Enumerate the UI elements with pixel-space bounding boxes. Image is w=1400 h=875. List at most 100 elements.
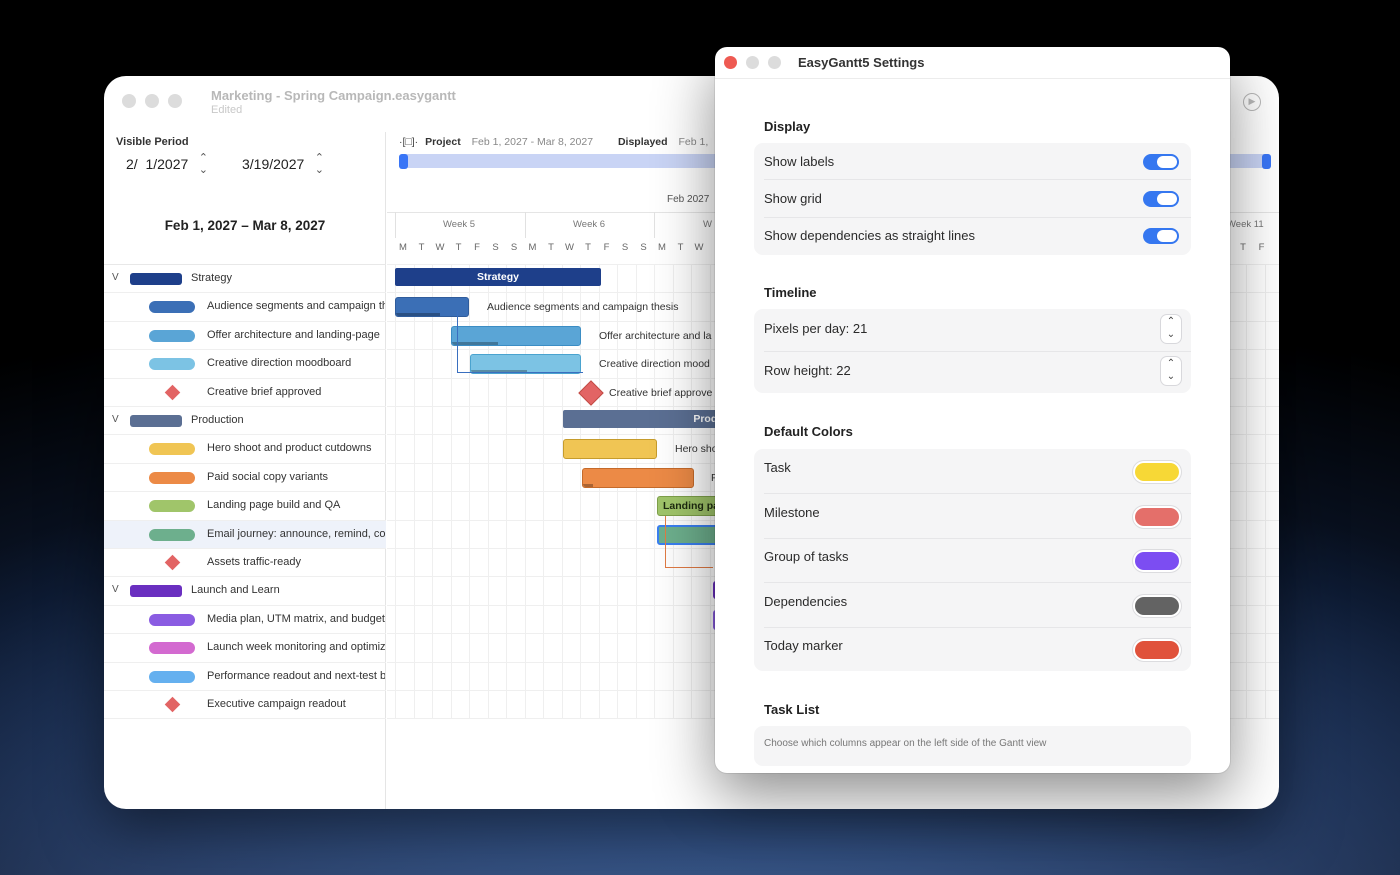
day-letter: T	[418, 242, 425, 253]
row-divider	[764, 626, 1191, 628]
task-row[interactable]: Launch week monitoring and optimiz	[104, 634, 386, 663]
start-date-stepper-icon[interactable]: ⌃ ⌄	[199, 152, 208, 176]
day-letter: T	[548, 242, 554, 253]
milestone-row[interactable]: Executive campaign readout	[104, 691, 386, 720]
color-well[interactable]	[1135, 552, 1179, 570]
paid-task-bar[interactable]	[582, 467, 694, 488]
week-divider	[654, 212, 655, 238]
date-range-heading: Feb 1, 2027 – Mar 8, 2027	[164, 218, 326, 233]
color-well[interactable]	[1135, 596, 1179, 615]
task-row[interactable]: Creative direction moodboard	[104, 350, 386, 379]
task-color-swatch	[149, 358, 195, 371]
task-row[interactable]: Performance readout and next-test b	[104, 663, 386, 691]
day-letter: F	[474, 242, 480, 253]
show-grid-toggle[interactable]	[1143, 191, 1179, 207]
timeline-heading: Timeline	[764, 285, 817, 300]
row-height-stepper[interactable]: ⌃ ⌄	[1161, 357, 1181, 385]
end-date-value: 3/19/2027	[242, 156, 305, 172]
task-label: Email journey: announce, remind, co	[207, 527, 385, 540]
task-list-panel: Visible Period 2/ 1/2027 ⌃ ⌄ 3/19/2027 ⌃ ⌄…	[104, 132, 386, 809]
end-date-stepper-icon[interactable]: ⌃ ⌄	[315, 152, 324, 176]
task-row[interactable]: Hero shoot and product cutdowns	[104, 435, 386, 464]
group-row[interactable]: V Launch and Learn	[104, 577, 386, 606]
collapse-chevron-icon[interactable]: V	[112, 584, 119, 595]
month-label: Feb 2027	[667, 194, 710, 205]
day-letter: W	[694, 242, 704, 253]
strategy-group-bar[interactable]: Strategy	[395, 268, 601, 286]
zoom-button[interactable]	[168, 94, 182, 108]
project-range: Feb 1, 2027 - Mar 8, 2027	[471, 136, 594, 148]
task-color-swatch	[149, 613, 195, 626]
task-color-swatch	[149, 471, 195, 484]
task-row[interactable]: Media plan, UTM matrix, and budget	[104, 606, 386, 635]
end-date-field[interactable]: 3/19/2027 ⌃ ⌄	[232, 152, 328, 176]
collapse-chevron-icon[interactable]: V	[112, 414, 119, 425]
group-color-swatch	[130, 273, 182, 285]
row-divider	[764, 217, 1191, 218]
task-label: Performance readout and next-test b	[207, 669, 385, 682]
task-row[interactable]: Offer architecture and landing-page	[104, 322, 386, 351]
day-letter: M	[399, 242, 407, 253]
row-divider	[764, 179, 1191, 180]
task-color-swatch	[149, 670, 195, 683]
close-button[interactable]	[122, 94, 136, 108]
milestone-diamond-icon	[164, 554, 181, 571]
scrollbar-end-handle[interactable]	[1262, 154, 1271, 169]
milestone-row[interactable]: Assets traffic-ready	[104, 549, 386, 578]
color-well[interactable]	[1135, 463, 1179, 481]
progress-indicator	[583, 483, 593, 487]
pixels-per-day-stepper[interactable]: ⌃ ⌄	[1161, 315, 1181, 343]
hero-task-bar[interactable]	[563, 439, 657, 460]
displayed-range: Feb 1,	[678, 136, 709, 148]
task-list-heading: Task List	[764, 702, 820, 717]
task-label: Launch and Learn	[191, 584, 280, 597]
task-label: Creative brief approved	[207, 385, 322, 398]
task-label: Executive campaign readout	[207, 698, 346, 710]
scrollbar-start-handle[interactable]	[399, 154, 408, 169]
start-date-value: 2/ 1/2027	[126, 156, 189, 172]
group-row[interactable]: V Strategy	[104, 265, 386, 294]
task-row[interactable]: Email journey: announce, remind, co	[104, 520, 386, 549]
task-row[interactable]: Paid social copy variants	[104, 464, 386, 493]
group-color-swatch	[130, 585, 182, 598]
color-well[interactable]	[1135, 641, 1179, 659]
minimize-button[interactable]	[145, 94, 159, 108]
straight-dependencies-toggle[interactable]	[1143, 228, 1179, 244]
task-row[interactable]: Audience segments and campaign th	[104, 293, 386, 322]
milestone-row[interactable]: Creative brief approved	[104, 379, 386, 407]
visible-period-label: Visible Period	[116, 136, 189, 148]
start-date-field[interactable]: 2/ 1/2027 ⌃ ⌄	[116, 152, 212, 176]
milestone-diamond-icon	[164, 384, 181, 400]
task-label: Hero shoot and product cutdowns	[207, 442, 372, 455]
task-label: Media plan, UTM matrix, and budget	[207, 612, 385, 625]
show-labels-toggle[interactable]	[1143, 154, 1179, 170]
fit-project-icon[interactable]: ·[□]·	[399, 136, 418, 148]
landing-bar-label: Landing pa	[663, 500, 719, 513]
day-letter: T	[585, 242, 591, 253]
dependency-line	[457, 311, 583, 374]
task-row[interactable]: Landing page build and QA	[104, 492, 386, 521]
color-row-label: Group of tasks	[764, 549, 849, 564]
color-row-label: Today marker	[764, 638, 843, 653]
task-label: Offer architecture and landing-page	[207, 328, 380, 341]
group-row[interactable]: V Production	[104, 407, 386, 436]
row-height-label: Row height: 22	[764, 363, 851, 378]
collapse-chevron-icon[interactable]: V	[112, 272, 119, 283]
task-color-swatch	[149, 528, 195, 541]
settings-close-button[interactable]	[724, 56, 737, 69]
task-color-swatch	[149, 301, 195, 314]
show-labels-label: Show labels	[764, 154, 835, 169]
creative-bar-label: Creative direction mood	[599, 358, 710, 371]
week-divider	[395, 212, 396, 238]
day-letter: F	[1258, 242, 1265, 253]
play-icon[interactable]: ▶	[1243, 93, 1261, 111]
day-letter: W	[565, 242, 574, 253]
day-letter: S	[492, 242, 499, 253]
settings-zoom-button[interactable]	[768, 56, 781, 69]
color-well[interactable]	[1135, 507, 1179, 526]
creative-brief-milestone-icon[interactable]	[578, 379, 604, 406]
settings-minimize-button[interactable]	[746, 56, 759, 69]
displayed-label: Displayed	[617, 136, 668, 148]
project-label: Project	[425, 136, 461, 148]
task-label: Paid social copy variants	[207, 470, 329, 483]
